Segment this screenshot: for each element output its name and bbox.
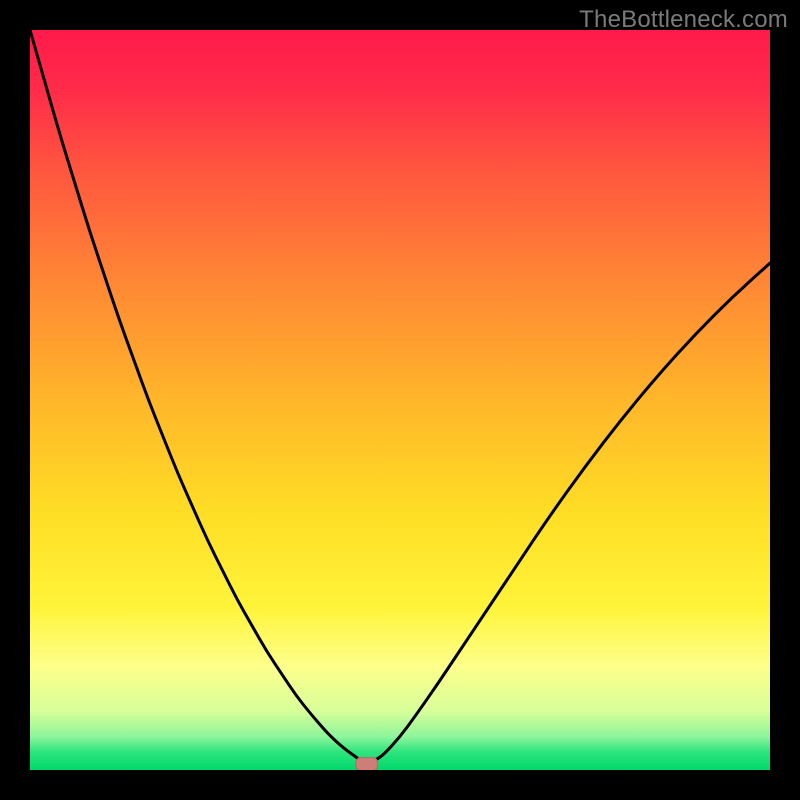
bottleneck-curve-chart: [30, 30, 770, 770]
chart-frame: TheBottleneck.com: [0, 0, 800, 800]
watermark-text: TheBottleneck.com: [579, 6, 788, 34]
trough-marker: [356, 758, 378, 770]
plot-area: [30, 30, 770, 770]
gradient-background: [30, 30, 770, 770]
